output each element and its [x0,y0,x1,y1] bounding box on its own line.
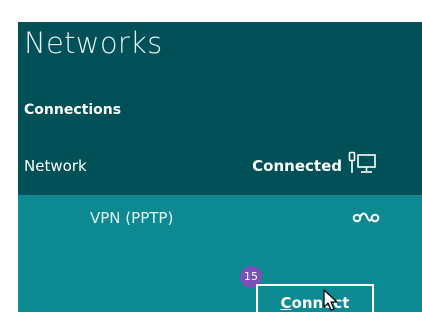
connections-section-label: Connections [24,102,122,118]
network-status: Connected [252,157,342,175]
panel-title: Networks [24,26,163,60]
network-connection-item[interactable]: Network Connected [18,147,422,181]
wired-network-icon [348,151,376,173]
vpn-connection-item[interactable]: VPN (PPTP) 15 Connect [18,195,422,312]
vpn-name: VPN (PPTP) [90,209,174,227]
vpn-icon [352,212,380,223]
connect-button[interactable]: Connect [256,284,374,312]
mouse-cursor-icon [323,289,338,311]
networks-panel: Networks Connections Network Connected V… [18,22,422,312]
network-name: Network [24,157,87,175]
